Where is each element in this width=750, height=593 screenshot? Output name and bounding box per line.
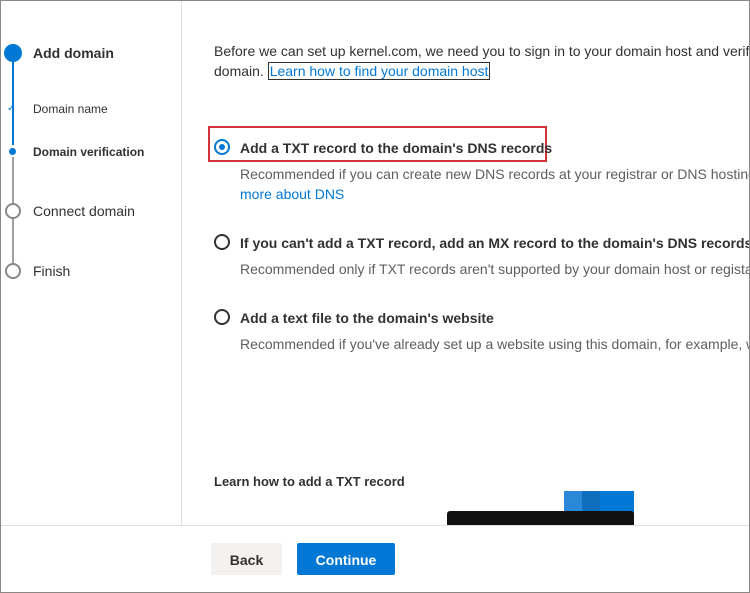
add-domain-wizard: Add domain ✓ Domain name Domain verifica… (0, 0, 750, 593)
stepper-connector (12, 217, 14, 265)
step-finish: Finish (33, 263, 71, 279)
radio-mx-record[interactable] (214, 234, 230, 250)
step-pending-indicator (5, 263, 21, 279)
learn-more-dns-link[interactable]: more about DNS (240, 184, 344, 204)
checkmark-icon: ✓ (7, 103, 16, 114)
option-description: Recommended if you can create new DNS re… (240, 166, 749, 182)
step-domain-name: Domain name (33, 102, 108, 116)
step-current-indicator (9, 148, 16, 155)
video-thumbnail[interactable] (447, 491, 634, 525)
option-description: Recommended if you've already set up a w… (240, 336, 749, 352)
back-button[interactable]: Back (211, 543, 282, 575)
radio-txt-record[interactable] (214, 139, 230, 155)
main-content: Before we can set up kernel.com, we need… (182, 1, 749, 525)
step-pending-indicator (5, 203, 21, 219)
wizard-stepper: Add domain ✓ Domain name Domain verifica… (1, 1, 182, 525)
step-current-indicator (4, 44, 22, 62)
thumbnail-graphic (564, 491, 582, 513)
radio-text-file[interactable] (214, 309, 230, 325)
wizard-footer: Back Continue (1, 525, 749, 592)
thumbnail-graphic (447, 511, 634, 525)
find-domain-host-link[interactable]: Learn how to find your domain host (267, 62, 491, 80)
stepper-connector (12, 157, 14, 205)
intro-text: Before we can set up kernel.com, we need… (214, 41, 749, 81)
continue-button[interactable]: Continue (297, 543, 395, 575)
thumbnail-graphic (582, 491, 600, 513)
learn-txt-heading: Learn how to add a TXT record (214, 474, 405, 489)
option-title[interactable]: Add a TXT record to the domain's DNS rec… (240, 140, 552, 156)
intro-text-line1: Before we can set up kernel.com, we need… (214, 43, 749, 59)
option-title[interactable]: If you can't add a TXT record, add an MX… (240, 235, 749, 251)
option-description: Recommended only if TXT records aren't s… (240, 261, 749, 277)
step-domain-verification: Domain verification (33, 145, 145, 159)
intro-text-line2: domain. (214, 63, 264, 79)
step-add-domain: Add domain (33, 45, 114, 61)
step-connect-domain: Connect domain (33, 203, 135, 219)
option-title[interactable]: Add a text file to the domain's website (240, 310, 494, 326)
